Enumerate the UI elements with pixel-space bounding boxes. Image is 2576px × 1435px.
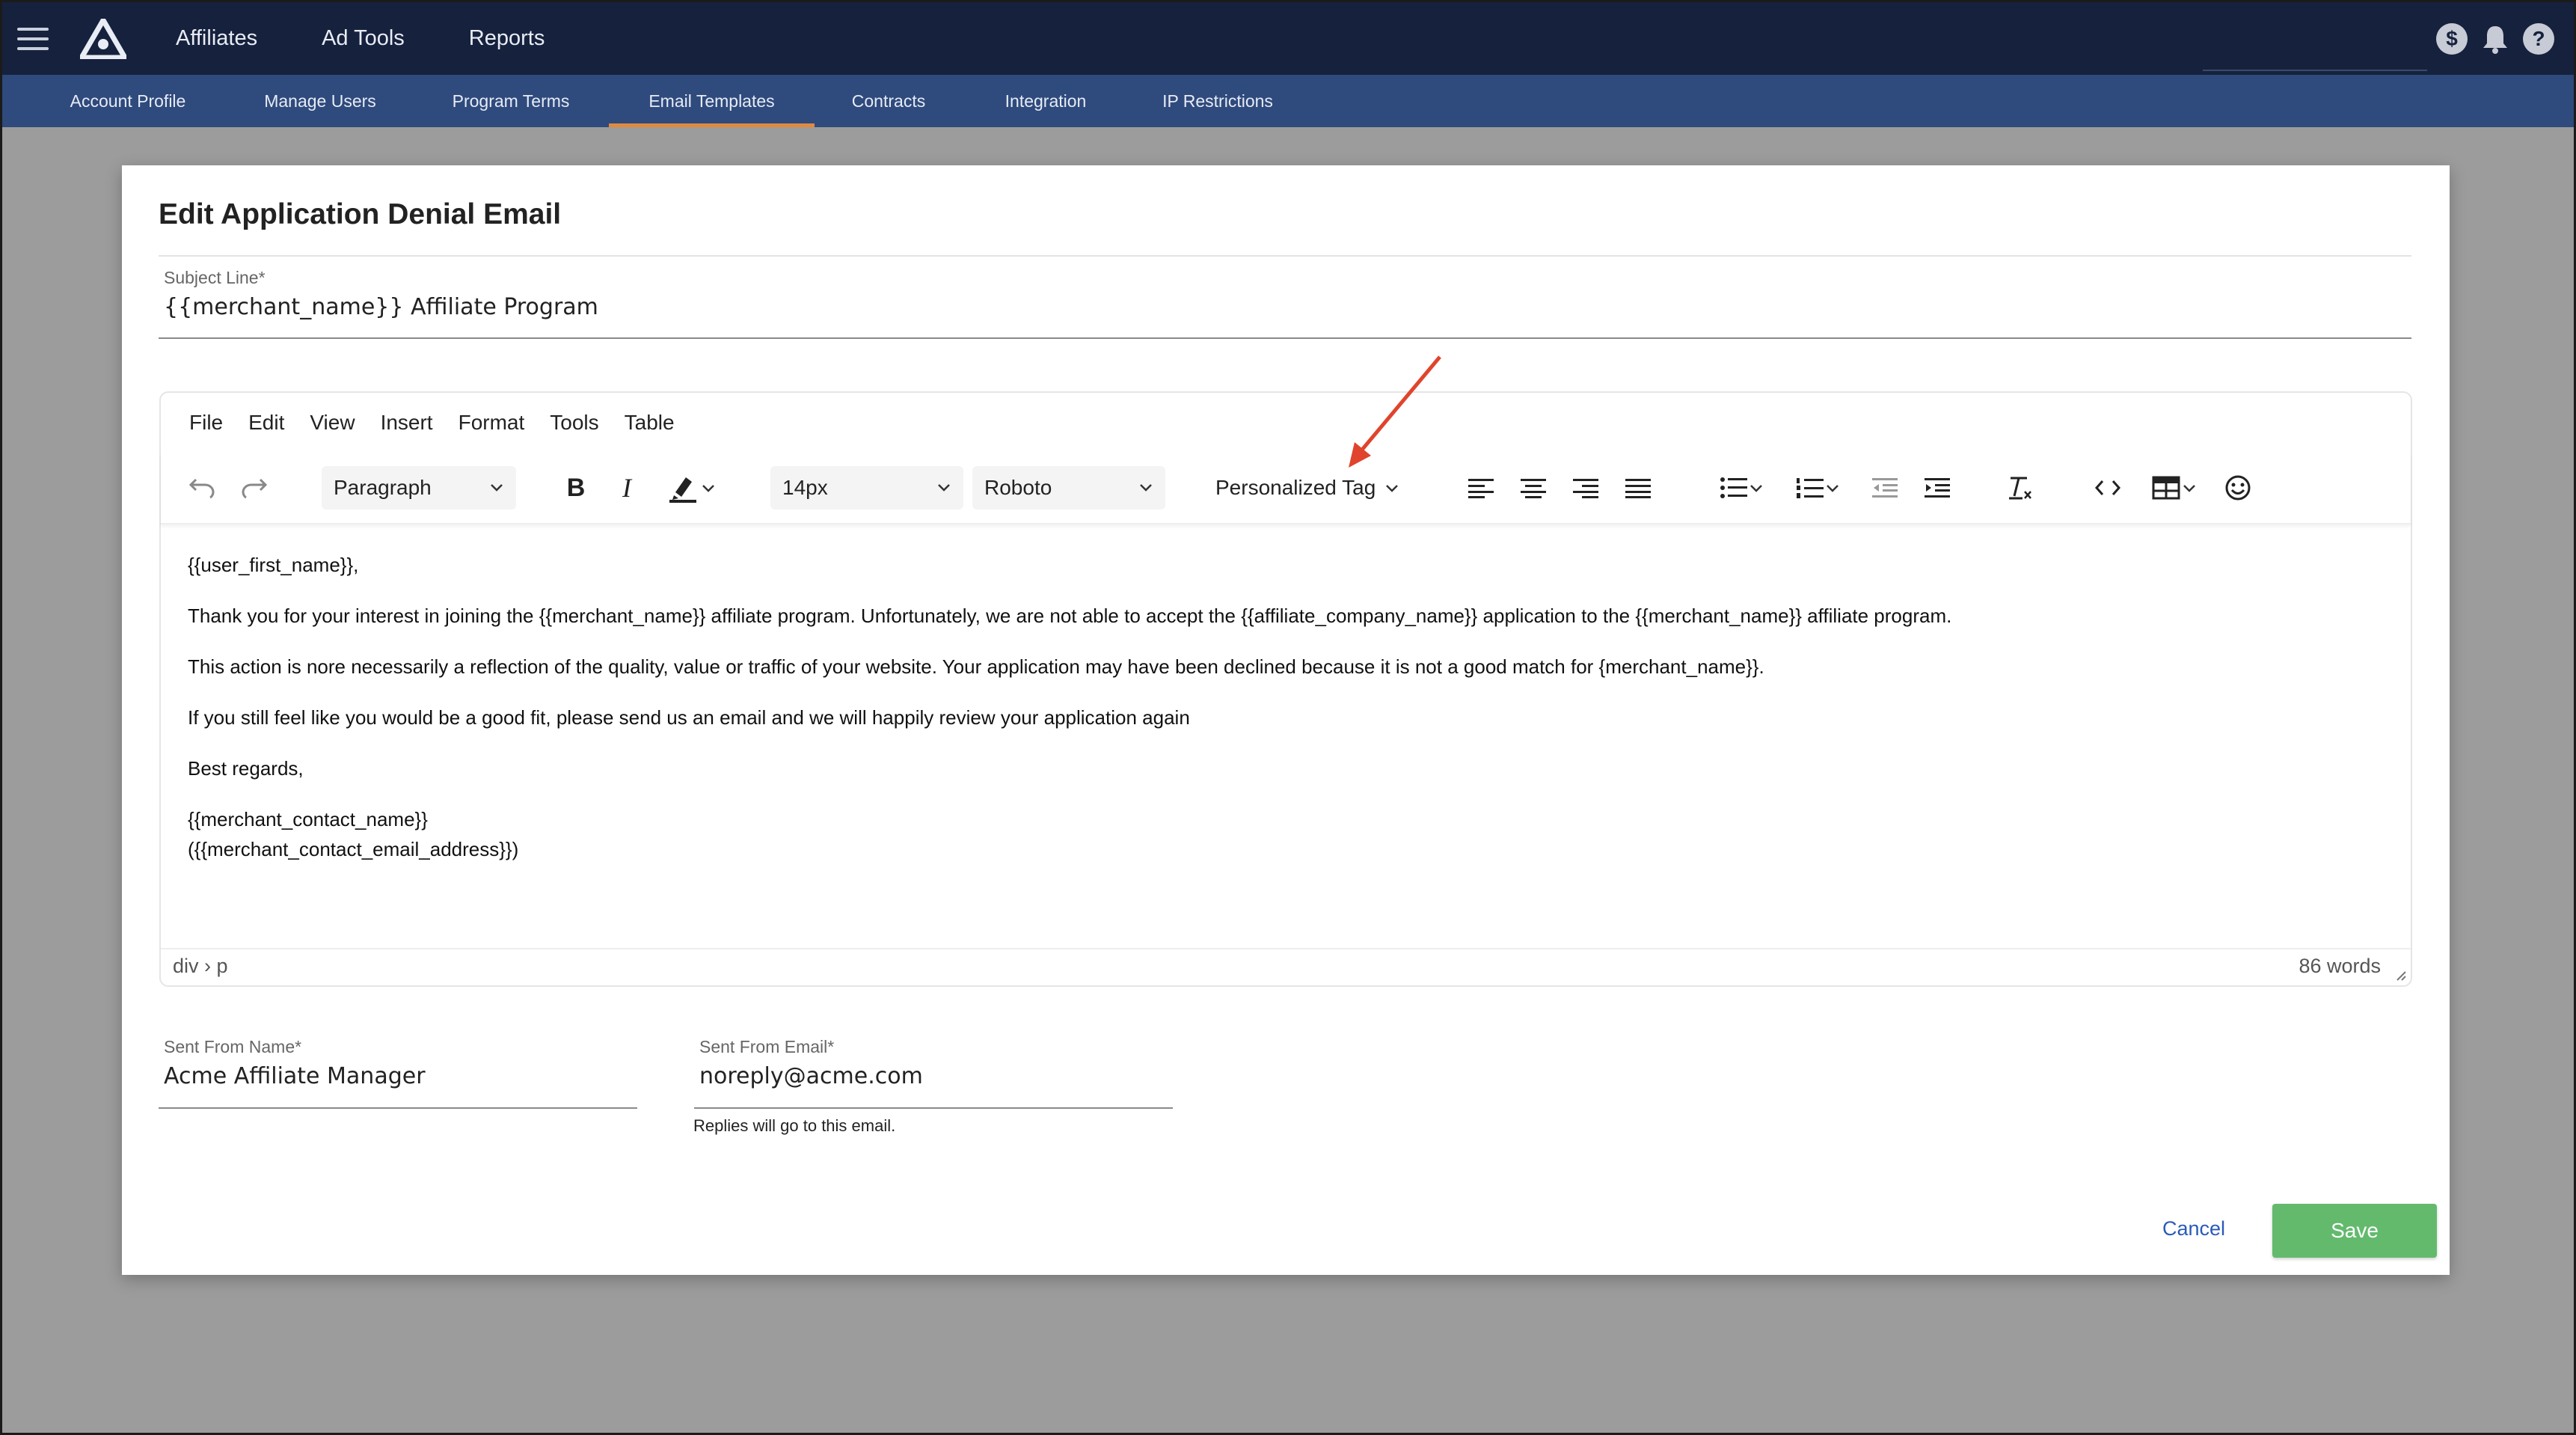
email-helper-text: Replies will go to this email. <box>693 1116 896 1135</box>
sent-from-email-input[interactable] <box>699 1063 1163 1089</box>
sent-from-name-label: Sent From Name* <box>164 1037 302 1056</box>
chevron-down-icon <box>702 485 714 492</box>
search-underline <box>2203 70 2427 71</box>
tab-ip-restrictions[interactable]: IP Restrictions <box>1154 75 1281 127</box>
menu-format[interactable]: Format <box>459 411 525 435</box>
tab-program-terms[interactable]: Program Terms <box>436 75 586 127</box>
chevron-down-icon <box>1140 484 1152 492</box>
chevron-down-icon <box>1386 485 1399 492</box>
edit-email-dialog: Edit Application Denial Email Subject Li… <box>122 165 2450 1275</box>
word-count[interactable]: 86 words <box>2299 955 2381 978</box>
menu-icon[interactable] <box>17 28 49 50</box>
highlight-color-button[interactable] <box>658 466 726 510</box>
subject-underline <box>159 337 2411 339</box>
bell-icon[interactable] <box>2480 23 2511 55</box>
align-left-icon[interactable] <box>1462 466 1500 510</box>
chevron-down-icon <box>938 484 950 492</box>
font-family-value: Roboto <box>984 476 1052 499</box>
nav-ad-tools[interactable]: Ad Tools <box>322 26 405 51</box>
align-right-icon[interactable] <box>1567 466 1604 510</box>
tab-account-profile[interactable]: Account Profile <box>47 75 209 127</box>
bold-icon[interactable]: B <box>557 466 595 510</box>
top-navigation-bar: Affiliates Ad Tools Reports $ ? <box>2 2 2574 75</box>
nav-affiliates[interactable]: Affiliates <box>176 26 257 51</box>
font-size-value: 14px <box>782 476 828 499</box>
chevron-down-icon <box>1750 485 1762 492</box>
tab-integration[interactable]: Integration <box>990 75 1102 127</box>
subject-label: Subject Line* <box>164 268 266 287</box>
email-signature-name: {{merchant_contact_name}} <box>188 808 428 830</box>
help-icon[interactable]: ? <box>2523 23 2554 55</box>
highlighter-icon <box>669 477 696 503</box>
table-icon <box>2152 476 2180 500</box>
cancel-button[interactable]: Cancel <box>2162 1217 2225 1240</box>
chevron-down-icon <box>491 484 503 492</box>
numbered-list-icon <box>1797 478 1824 498</box>
email-paragraph: This action is nore necessarily a reflec… <box>188 655 1764 678</box>
sent-from-name-underline <box>159 1107 637 1109</box>
indent-icon[interactable] <box>1919 466 1956 510</box>
font-family-select[interactable]: Roboto <box>972 466 1165 510</box>
clear-formatting-icon[interactable] <box>2001 466 2038 510</box>
editor-menubar: File Edit View Insert Format Tools Table <box>189 411 700 435</box>
top-nav: Affiliates Ad Tools Reports <box>176 2 609 75</box>
email-signature-email: ({{merchant_contact_email_address}}) <box>188 838 519 860</box>
table-button[interactable] <box>2141 466 2209 510</box>
sent-from-name-input[interactable] <box>164 1063 628 1089</box>
tab-email-templates[interactable]: Email Templates <box>609 75 815 127</box>
bullet-list-button[interactable] <box>1709 466 1776 510</box>
dialog-title: Edit Application Denial Email <box>159 198 562 230</box>
personalized-tag-label: Personalized Tag <box>1215 476 1376 499</box>
email-paragraph: If you still feel like you would be a go… <box>188 706 1190 729</box>
redo-icon[interactable] <box>236 466 273 510</box>
app-window: Affiliates Ad Tools Reports $ ? Account … <box>0 0 2576 1435</box>
settings-subnav: Account Profile Manage Users Program Ter… <box>2 75 2574 127</box>
sent-from-email-label: Sent From Email* <box>699 1037 835 1056</box>
resize-handle-icon[interactable] <box>2394 969 2406 981</box>
emoji-icon[interactable] <box>2219 466 2257 510</box>
font-size-select[interactable]: 14px <box>770 466 963 510</box>
logo-icon[interactable] <box>80 19 126 59</box>
undo-icon[interactable] <box>183 466 221 510</box>
outdent-icon[interactable] <box>1866 466 1904 510</box>
menu-insert[interactable]: Insert <box>381 411 433 435</box>
title-divider <box>159 255 2411 257</box>
chevron-down-icon <box>2183 485 2195 492</box>
rich-text-editor: File Edit View Insert Format Tools Table… <box>159 391 2412 987</box>
menu-table[interactable]: Table <box>625 411 675 435</box>
tab-contracts[interactable]: Contracts <box>840 75 937 127</box>
menu-tools[interactable]: Tools <box>550 411 598 435</box>
top-icons: $ ? <box>2436 23 2554 55</box>
email-greeting: {{user_first_name}}, <box>188 554 359 576</box>
align-center-icon[interactable] <box>1515 466 1552 510</box>
italic-icon[interactable]: I <box>608 466 645 510</box>
annotation-arrow-icon <box>1349 355 1441 468</box>
block-format-value: Paragraph <box>334 476 432 499</box>
numbered-list-button[interactable] <box>1785 466 1853 510</box>
block-format-select[interactable]: Paragraph <box>322 466 516 510</box>
sent-from-email-underline <box>694 1107 1173 1109</box>
source-code-icon[interactable] <box>2089 466 2126 510</box>
menu-view[interactable]: View <box>310 411 355 435</box>
tab-manage-users[interactable]: Manage Users <box>249 75 391 127</box>
editor-statusbar: div › p 86 words <box>161 948 2411 985</box>
chevron-down-icon <box>1827 485 1839 492</box>
align-justify-icon[interactable] <box>1619 466 1657 510</box>
email-paragraph: Thank you for your interest in joining t… <box>188 605 1952 627</box>
subject-input[interactable] <box>164 294 2400 320</box>
nav-reports[interactable]: Reports <box>469 26 545 51</box>
editor-toolbar: Paragraph B I 14px Roboto Personalized T… <box>161 453 2411 524</box>
menu-file[interactable]: File <box>189 411 223 435</box>
editor-content[interactable]: {{user_first_name}}, Thank you for your … <box>188 550 2379 864</box>
email-signoff: Best regards, <box>188 757 304 780</box>
menu-edit[interactable]: Edit <box>248 411 284 435</box>
bullet-list-icon <box>1720 477 1747 498</box>
element-path[interactable]: div › p <box>173 955 228 978</box>
save-button[interactable]: Save <box>2272 1204 2437 1258</box>
dollar-icon[interactable]: $ <box>2436 23 2468 55</box>
